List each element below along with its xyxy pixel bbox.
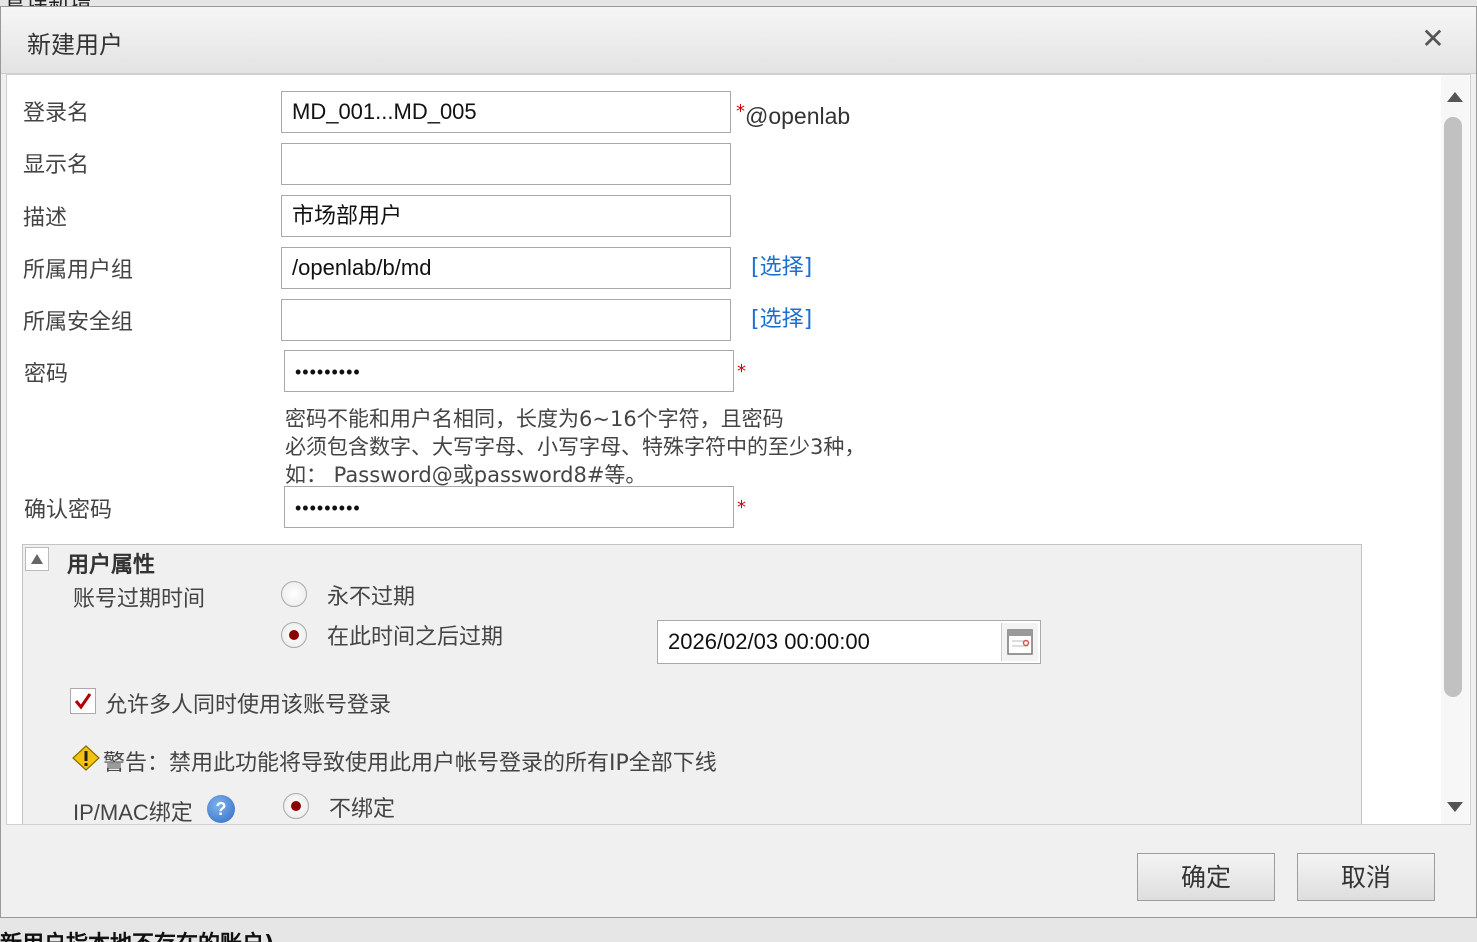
password-hint-line1: 密码不能和用户名相同，长度为6~16个字符，且密码 — [285, 407, 784, 431]
background-footnote: 新用户指本地不存在的账户) — [0, 926, 274, 942]
login-name-required-mark: * — [736, 101, 745, 122]
no-bind-radio[interactable] — [283, 793, 309, 819]
never-expire-radio[interactable] — [281, 581, 307, 607]
allow-multi-login-label: 允许多人同时使用该账号登录 — [105, 693, 392, 718]
dialog-title: 新建用户 — [27, 31, 123, 59]
confirm-password-required-mark: * — [737, 497, 746, 518]
user-attributes-title: 用户属性 — [67, 553, 156, 578]
triangle-up-icon — [31, 554, 43, 564]
dialog-content: 登录名 MD_001...MD_005 * @openlab 显示名 描述 市场… — [6, 74, 1471, 825]
scroll-up-arrow-icon[interactable] — [1445, 87, 1465, 107]
login-domain-suffix: @openlab — [745, 103, 851, 129]
background-window-bottom: 新用户指本地不存在的账户) — [0, 918, 1477, 942]
no-bind-label: 不绑定 — [329, 797, 396, 822]
confirm-password-label: 确认密码 — [24, 498, 113, 523]
close-icon[interactable]: ✕ — [1419, 25, 1447, 53]
password-hint-line3: 如： Password@或password8#等。 — [285, 463, 647, 487]
new-user-dialog: 新建用户 ✕ 登录名 MD_001...MD_005 * @openlab 显示… — [0, 6, 1477, 918]
select-user-group-link[interactable]: [选择] — [751, 249, 812, 281]
login-name-input[interactable]: MD_001...MD_005 — [281, 91, 731, 133]
password-hint-line2: 必须包含数字、大写字母、小写字母、特殊字符中的至少3种， — [285, 435, 866, 459]
collapse-section-button[interactable] — [25, 547, 49, 571]
help-icon[interactable]: ? — [207, 795, 235, 823]
security-group-input[interactable] — [281, 299, 731, 341]
expire-after-radio[interactable] — [281, 622, 307, 648]
expire-after-label: 在此时间之后过期 — [327, 625, 504, 650]
allow-multi-login-checkbox[interactable] — [70, 688, 96, 714]
expiry-datetime-value: 2026/02/03 00:00:00 — [668, 629, 870, 654]
warning-icon — [72, 745, 100, 771]
cancel-button[interactable]: 取消 — [1297, 853, 1435, 901]
never-expire-label: 永不过期 — [327, 585, 416, 610]
expiry-label: 账号过期时间 — [73, 587, 206, 612]
password-label: 密码 — [24, 362, 69, 387]
password-input[interactable]: ••••••••• — [284, 350, 734, 392]
user-group-input[interactable]: /openlab/b/md — [281, 247, 731, 289]
login-name-label: 登录名 — [23, 101, 90, 126]
dialog-titlebar: 新建用户 ✕ — [1, 7, 1476, 74]
display-name-label: 显示名 — [23, 153, 90, 178]
scroll-down-arrow-icon[interactable] — [1445, 797, 1465, 817]
checkmark-icon — [74, 693, 92, 710]
password-required-mark: * — [737, 361, 746, 382]
scrollbar-thumb[interactable] — [1444, 117, 1462, 697]
ok-button[interactable]: 确定 — [1137, 853, 1275, 901]
warning-text: 警告：禁用此功能将导致使用此用户帐号登录的所有IP全部下线 — [103, 751, 717, 776]
confirm-password-input[interactable]: ••••••••• — [284, 486, 734, 528]
security-group-label: 所属安全组 — [23, 310, 134, 335]
user-attributes-section: 用户属性 账号过期时间 永不过期 在此时间之后过期 2026/02/03 00:… — [22, 544, 1362, 825]
calendar-icon[interactable] — [1001, 623, 1038, 661]
display-name-input[interactable] — [281, 143, 731, 185]
description-input[interactable]: 市场部用户 — [281, 195, 731, 237]
expiry-datetime-field[interactable]: 2026/02/03 00:00:00 — [657, 620, 1041, 664]
description-label: 描述 — [23, 206, 68, 231]
select-security-group-link[interactable]: [选择] — [751, 301, 812, 333]
ip-mac-binding-label: IP/MAC绑定 — [73, 800, 193, 825]
user-group-label: 所属用户组 — [23, 258, 134, 283]
